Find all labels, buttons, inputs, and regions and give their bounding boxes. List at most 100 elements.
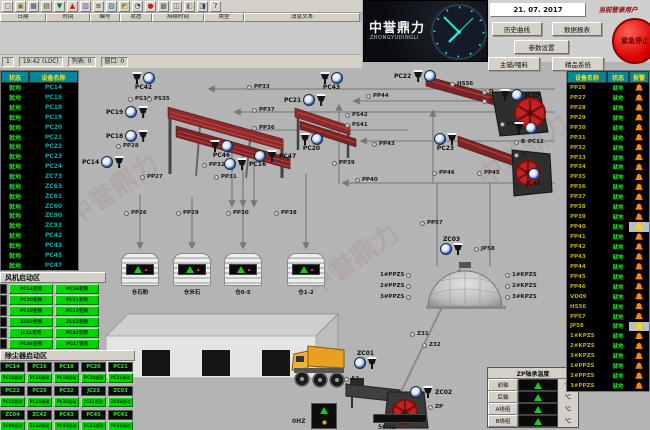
alarm-column-header[interactable]: 日期 [0, 13, 46, 22]
vfd-start-button[interactable]: JC41变频 [9, 328, 53, 338]
date-display[interactable]: 21. 07. 2017 [490, 3, 586, 17]
device-row[interactable]: PP26就地 [567, 83, 649, 93]
device-label-button[interactable]: PC21 [108, 362, 133, 372]
device-row[interactable]: 就地ZC93 [1, 221, 78, 231]
start-button[interactable]: PC20启动 [81, 373, 106, 383]
device-row[interactable]: 2#PPZS就地 [567, 371, 649, 381]
device-row[interactable]: 就地PC23 [1, 152, 78, 162]
device-label-button[interactable]: PC16 [27, 362, 52, 372]
lock-icon[interactable]: ◧ [184, 1, 195, 12]
device-row[interactable]: 就地PC20 [1, 122, 78, 132]
device-label-button[interactable] [0, 317, 7, 327]
device-row[interactable]: 就地PC45 [1, 250, 78, 260]
device-row[interactable]: JP58就地 [567, 322, 649, 332]
ack-alarm-icon[interactable]: ▼ [54, 1, 65, 12]
device-row[interactable]: PP42就地 [567, 242, 649, 252]
data-report-button[interactable]: 数据报表 [552, 22, 602, 36]
device-label-button[interactable]: ZC04 [0, 410, 25, 420]
device-row[interactable]: 就地PC42 [1, 231, 78, 241]
device-row[interactable]: 就地PC43 [1, 241, 78, 251]
vfd-start-button[interactable]: PC16变频 [55, 284, 99, 294]
alarm-column-header[interactable]: 时间 [46, 13, 90, 22]
device-row[interactable]: PP38就地 [567, 202, 649, 212]
save-icon[interactable]: ▦ [28, 1, 39, 12]
device-row[interactable]: PP32就地 [567, 143, 649, 153]
start-button[interactable]: PC41启动 [108, 421, 133, 430]
device-row[interactable]: 就地ZC60 [1, 201, 78, 211]
start-button[interactable]: PC22启动 [0, 397, 25, 407]
columns-icon[interactable]: ◫ [171, 1, 182, 12]
start-button[interactable]: PC21启动 [108, 373, 133, 383]
device-label-button[interactable] [0, 295, 7, 305]
device-label-button[interactable]: PC45 [81, 410, 106, 420]
device-row[interactable]: PP29就地 [567, 113, 649, 123]
device-row[interactable]: 就地PC47 [1, 260, 78, 270]
device-row[interactable]: 就地PC15 [1, 93, 78, 103]
device-row[interactable]: PP27就地 [567, 93, 649, 103]
emergency-stop-button[interactable]: 紧急停止 [612, 18, 650, 64]
start-button[interactable]: PC18启动 [54, 373, 79, 383]
main-feed-button[interactable]: 主辅/喂料 [488, 57, 540, 71]
device-label-button[interactable]: PC14 [0, 362, 25, 372]
device-label-button[interactable]: PC41 [108, 410, 133, 420]
device-row[interactable]: 就地PC22 [1, 142, 78, 152]
vfd-start-button[interactable]: PC47变频 [55, 339, 99, 349]
parameter-settings-button[interactable]: 参数设置 [514, 40, 569, 54]
alarm-column-header[interactable]: 持续时间 [152, 13, 204, 22]
grid-icon[interactable]: ▩ [158, 1, 169, 12]
vfd-start-button[interactable]: PC46变频 [9, 339, 53, 349]
device-label-button[interactable] [0, 306, 7, 316]
device-row[interactable]: PP41就地 [567, 232, 649, 242]
device-label-button[interactable] [0, 339, 7, 349]
device-row[interactable]: 就地ZC90 [1, 211, 78, 221]
device-row[interactable]: PP31就地 [567, 133, 649, 143]
alarm-column-header[interactable]: 类型 [204, 13, 244, 22]
device-row[interactable]: 3#KPZS就地 [567, 351, 649, 361]
device-row[interactable]: PP35就地 [567, 172, 649, 182]
vfd-start-button[interactable]: PC12变频 [55, 306, 99, 316]
start-button[interactable]: PC45启动 [81, 421, 106, 430]
vfd-start-button[interactable]: ZC02变频 [55, 317, 99, 327]
start-button[interactable]: PC25启动 [27, 397, 52, 407]
start-button[interactable]: ZC04启动 [0, 421, 25, 430]
device-row[interactable]: PP36就地 [567, 182, 649, 192]
device-label-button[interactable]: ZC42 [27, 410, 52, 420]
premium-system-button[interactable]: 精品系统 [552, 57, 604, 71]
start-button[interactable]: PC16启动 [27, 373, 52, 383]
device-row[interactable]: PP57就地 [567, 312, 649, 322]
device-row[interactable]: PP44就地 [567, 262, 649, 272]
vfd-start-button[interactable]: PC42变频 [55, 328, 99, 338]
device-row[interactable]: PP37就地 [567, 192, 649, 202]
start-button[interactable]: PC14启动 [0, 373, 25, 383]
start-button[interactable]: JC23启动 [81, 397, 106, 407]
start-button[interactable]: ZC03启动 [108, 397, 133, 407]
alarm-list[interactable] [0, 22, 362, 55]
alarm-column-header[interactable]: 状态 [120, 13, 152, 22]
device-row[interactable]: PP30就地 [567, 123, 649, 133]
device-row[interactable]: 就地PC14 [1, 83, 78, 93]
device-row[interactable]: 就地PC19 [1, 113, 78, 123]
vfd-start-button[interactable]: PC21变频 [55, 295, 99, 305]
device-label-button[interactable]: PC22 [0, 386, 25, 396]
device-row[interactable]: 1#PPZS就地 [567, 361, 649, 371]
device-row[interactable]: PP33就地 [567, 153, 649, 163]
alarm-column-header[interactable]: 消息文本 [244, 13, 360, 22]
device-row[interactable]: PP28就地 [567, 103, 649, 113]
start-button[interactable]: PC32启动 [54, 397, 79, 407]
device-label-button[interactable]: PC25 [27, 386, 52, 396]
device-row[interactable]: PP45就地 [567, 272, 649, 282]
device-row[interactable]: VD09就地 [567, 292, 649, 302]
tag-icon[interactable]: ◩ [119, 1, 130, 12]
alarm-column-header[interactable]: 编号 [90, 13, 120, 22]
device-label-button[interactable] [0, 328, 7, 338]
vfd-start-button[interactable]: PC14变频 [9, 284, 53, 294]
device-row[interactable]: 就地ZC61 [1, 191, 78, 201]
device-row[interactable]: 就地PC24 [1, 162, 78, 172]
print-icon[interactable]: ▤ [41, 1, 52, 12]
vfd-start-button[interactable]: PC10变频 [9, 306, 53, 316]
alarm-icon[interactable]: ▲ [67, 1, 78, 12]
vfd-start-button[interactable]: PC20变频 [9, 295, 53, 305]
start-button[interactable]: PC43启动 [54, 421, 79, 430]
device-row[interactable]: PP34就地 [567, 163, 649, 173]
stop-icon[interactable]: ● [145, 1, 156, 12]
